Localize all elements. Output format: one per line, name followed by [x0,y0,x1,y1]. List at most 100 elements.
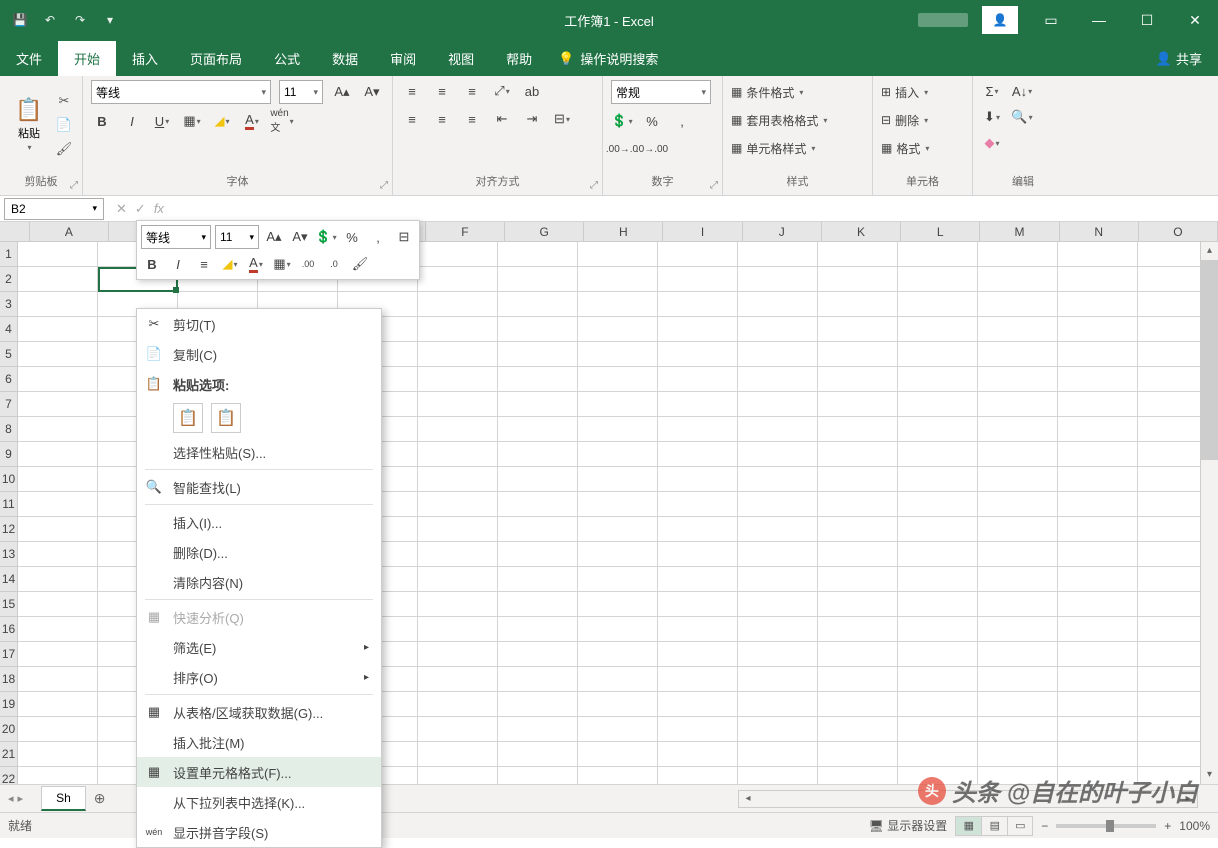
align-top-icon[interactable]: ≡ [401,80,423,102]
zoom-slider[interactable] [1056,824,1156,828]
cm-cut[interactable]: ✂剪切(T) [137,309,381,339]
mini-percent-icon[interactable]: % [341,226,363,248]
view-page-layout-icon[interactable]: ▤ [981,816,1007,836]
cm-delete[interactable]: 删除(D)... [137,537,381,567]
format-as-table-button[interactable]: ▦套用表格格式▾ [731,108,864,132]
mini-bold-icon[interactable]: B [141,253,163,275]
paste-button[interactable]: 📋 粘贴 ▾ [8,80,50,169]
row-header[interactable]: 22 [0,767,18,784]
tab-file[interactable]: 文件 [0,41,58,76]
scroll-thumb[interactable] [1201,260,1218,460]
mini-comma-icon[interactable]: , [367,226,389,248]
phonetic-button[interactable]: wén文▾ [271,110,293,132]
fill-icon[interactable]: ⬇▾ [981,106,1003,128]
mini-italic-icon[interactable]: I [167,253,189,275]
qat-customize-icon[interactable]: ▾ [100,10,120,30]
view-page-break-icon[interactable]: ▭ [1007,816,1033,836]
col-header[interactable]: M [980,222,1059,242]
col-header[interactable]: H [584,222,663,242]
add-sheet-button[interactable]: ⊕ [86,790,114,807]
increase-font-icon[interactable]: A▴ [331,81,353,103]
font-size-combo[interactable]: 11▾ [279,80,323,104]
align-bottom-icon[interactable]: ≡ [461,80,483,102]
undo-icon[interactable]: ↶ [40,10,60,30]
col-header[interactable]: O [1139,222,1218,242]
comma-icon[interactable]: , [671,110,693,132]
conditional-format-button[interactable]: ▦条件格式▾ [731,80,864,104]
scroll-down-icon[interactable]: ▾ [1201,766,1218,784]
cm-insert-comment[interactable]: 插入批注(M) [137,727,381,757]
mini-align-icon[interactable]: ≡ [193,253,215,275]
mini-decrease-font-icon[interactable]: A▾ [289,226,311,248]
tab-view[interactable]: 视图 [432,41,490,76]
zoom-thumb[interactable] [1106,820,1114,832]
tab-insert[interactable]: 插入 [116,41,174,76]
mini-format-painter-icon[interactable]: 🖌 [349,253,371,275]
mini-inc-decimal-icon[interactable]: .00 [297,253,319,275]
row-header[interactable]: 2 [0,267,18,292]
row-header[interactable]: 8 [0,417,18,442]
align-center-icon[interactable]: ≡ [431,108,453,130]
cell-styles-button[interactable]: ▦单元格样式▾ [731,136,864,160]
user-avatar[interactable]: 👤 [982,6,1018,34]
orientation-icon[interactable]: ⤢▾ [491,80,513,102]
format-painter-icon[interactable]: 🖌 [54,140,74,158]
cm-copy[interactable]: 📄复制(C) [137,339,381,369]
display-settings-button[interactable]: 🖥 显示器设置 [869,817,948,834]
row-header[interactable]: 19 [0,692,18,717]
row-header[interactable]: 7 [0,392,18,417]
vertical-scrollbar[interactable]: ▴ ▾ [1200,242,1218,784]
row-header[interactable]: 15 [0,592,18,617]
scroll-left-icon[interactable]: ◂ [739,793,757,804]
font-color-button[interactable]: A▾ [241,110,263,132]
row-header[interactable]: 14 [0,567,18,592]
insert-function-icon[interactable]: fx [154,201,164,217]
row-header[interactable]: 4 [0,317,18,342]
tab-home[interactable]: 开始 [58,41,116,76]
view-normal-icon[interactable]: ▦ [955,816,981,836]
format-cells-button[interactable]: ▦格式▾ [881,136,964,160]
cancel-formula-icon[interactable]: ✕ [116,201,127,217]
row-header[interactable]: 3 [0,292,18,317]
cm-pick-from-list[interactable]: 从下拉列表中选择(K)... [137,787,381,817]
find-select-icon[interactable]: 🔍▾ [1011,106,1033,128]
row-header[interactable]: 1 [0,242,18,267]
decrease-decimal-icon[interactable]: .0→.00 [641,138,663,160]
mini-fill-color-icon[interactable]: ◢▾ [219,253,241,275]
mini-size-combo[interactable]: 11▾ [215,225,259,249]
row-header[interactable]: 10 [0,467,18,492]
row-header[interactable]: 16 [0,617,18,642]
cm-filter[interactable]: 筛选(E)▸ [137,632,381,662]
tell-me-search[interactable]: 💡 操作说明搜索 [548,41,668,76]
zoom-out-button[interactable]: − [1041,819,1048,833]
tab-review[interactable]: 审阅 [374,41,432,76]
merge-center-icon[interactable]: ⊟▾ [551,108,573,130]
clear-icon[interactable]: ◆▾ [981,132,1003,154]
sheet-tab[interactable]: Sh [41,786,86,811]
sheet-nav-prev-icon[interactable]: ◂ [8,792,14,805]
decrease-indent-icon[interactable]: ⇤ [491,108,513,130]
autosum-icon[interactable]: Σ▾ [981,80,1003,102]
cut-icon[interactable]: ✂ [54,92,74,110]
row-header[interactable]: 6 [0,367,18,392]
row-header[interactable]: 13 [0,542,18,567]
cm-sort[interactable]: 排序(O)▸ [137,662,381,692]
wrap-text-icon[interactable]: ab [521,80,543,102]
col-header[interactable]: K [822,222,901,242]
cm-clear[interactable]: 清除内容(N) [137,567,381,597]
paste-option-all[interactable]: 📋 [173,403,203,433]
zoom-level[interactable]: 100% [1179,819,1210,833]
percent-icon[interactable]: % [641,110,663,132]
cm-format-cells[interactable]: ▦设置单元格格式(F)... [137,757,381,787]
row-header[interactable]: 18 [0,667,18,692]
number-launcher-icon[interactable]: ⤢ [710,180,718,191]
row-header[interactable]: 21 [0,742,18,767]
align-middle-icon[interactable]: ≡ [431,80,453,102]
name-box[interactable]: B2▾ [4,198,104,220]
tab-page-layout[interactable]: 页面布局 [174,41,258,76]
col-header[interactable]: G [505,222,584,242]
delete-cells-button[interactable]: ⊟删除▾ [881,108,964,132]
fill-handle[interactable] [173,287,179,293]
accounting-format-icon[interactable]: 💲▾ [611,110,633,132]
copy-icon[interactable]: 📄 [54,116,74,134]
